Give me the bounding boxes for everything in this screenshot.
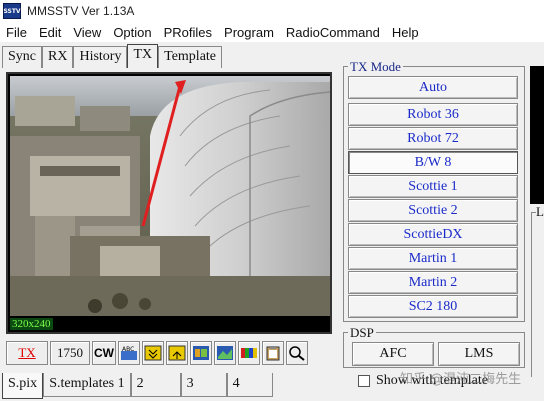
dsp-label: DSP xyxy=(348,325,376,341)
color-bar-icon[interactable] xyxy=(238,341,260,365)
text-overlay-icon[interactable]: ABC xyxy=(118,341,140,365)
mode-scottie1-button[interactable]: Scottie 1 xyxy=(348,175,518,198)
edit-image-icon[interactable] xyxy=(190,341,212,365)
mode-sc2180-button[interactable]: SC2 180 xyxy=(348,295,518,318)
right-group-frame xyxy=(531,212,544,377)
mode-martin1-button[interactable]: Martin 1 xyxy=(348,247,518,270)
template-image-icon[interactable] xyxy=(214,341,236,365)
watermark-text: 知乎 @混沌二梅先生 xyxy=(400,372,522,387)
tx-picture[interactable] xyxy=(10,76,330,316)
menu-file[interactable]: File xyxy=(6,25,27,40)
tab-sync[interactable]: Sync xyxy=(2,46,42,68)
mode-scottiedx-button[interactable]: ScottieDX xyxy=(348,223,518,246)
mode-martin2-button[interactable]: Martin 2 xyxy=(348,271,518,294)
menu-profiles[interactable]: PRofiles xyxy=(164,25,212,40)
picture-size-label: 320x240 xyxy=(10,318,53,330)
right-display-panel xyxy=(530,66,544,204)
menu-edit[interactable]: Edit xyxy=(39,25,61,40)
title-bar: SSTV MMSSTV Ver 1.13A xyxy=(0,0,544,22)
afc-button[interactable]: AFC xyxy=(352,342,434,366)
menu-program[interactable]: Program xyxy=(224,25,274,40)
tab-tx[interactable]: TX xyxy=(127,44,159,68)
load-image-icon[interactable] xyxy=(142,341,164,365)
right-group-label: L xyxy=(536,204,544,220)
photo-image xyxy=(10,76,330,316)
tab-2[interactable]: 2 xyxy=(130,373,181,397)
svg-text:ABC: ABC xyxy=(122,346,134,353)
mode-scottie2-button[interactable]: Scottie 2 xyxy=(348,199,518,222)
tab-spix[interactable]: S.pix xyxy=(2,373,44,399)
tab-4[interactable]: 4 xyxy=(226,373,273,397)
mode-bw8-button[interactable]: B/W 8 xyxy=(348,151,518,174)
tx-toolbar: TX 1750 CW ABC xyxy=(6,340,310,366)
menu-view[interactable]: View xyxy=(73,25,101,40)
tx-picture-frame: 320x240 xyxy=(6,72,332,334)
lms-button[interactable]: LMS xyxy=(438,342,520,366)
tab-history[interactable]: History xyxy=(73,46,128,68)
sstv-app-icon: SSTV xyxy=(3,3,21,19)
show-template-checkbox[interactable] xyxy=(358,375,370,387)
menu-option[interactable]: Option xyxy=(113,25,151,40)
tab-rx[interactable]: RX xyxy=(42,46,74,68)
zoom-icon[interactable] xyxy=(286,341,308,365)
main-tabs: Sync RX History TX Template xyxy=(2,44,223,68)
tone-1750-button[interactable]: 1750 xyxy=(50,341,90,365)
save-image-icon[interactable] xyxy=(166,341,188,365)
mode-robot36-button[interactable]: Robot 36 xyxy=(348,103,518,126)
tx-mode-label: TX Mode xyxy=(348,59,403,75)
mode-auto-button[interactable]: Auto xyxy=(348,76,518,99)
menu-help[interactable]: Help xyxy=(392,25,419,40)
cw-button[interactable]: CW xyxy=(92,341,116,365)
tab-3[interactable]: 3 xyxy=(180,373,227,397)
mode-robot72-button[interactable]: Robot 72 xyxy=(348,127,518,150)
menu-bar: File Edit View Option PRofiles Program R… xyxy=(0,22,544,42)
tx-button[interactable]: TX xyxy=(6,341,48,365)
window-title: MMSSTV Ver 1.13A xyxy=(27,4,135,18)
tab-stemplates-1[interactable]: S.templates 1 xyxy=(43,373,131,397)
tab-template[interactable]: Template xyxy=(158,46,223,68)
menu-radiocommand[interactable]: RadioCommand xyxy=(286,25,380,40)
clipboard-icon[interactable] xyxy=(262,341,284,365)
bottom-tabs: S.pix S.templates 1 2 3 4 xyxy=(2,373,273,399)
